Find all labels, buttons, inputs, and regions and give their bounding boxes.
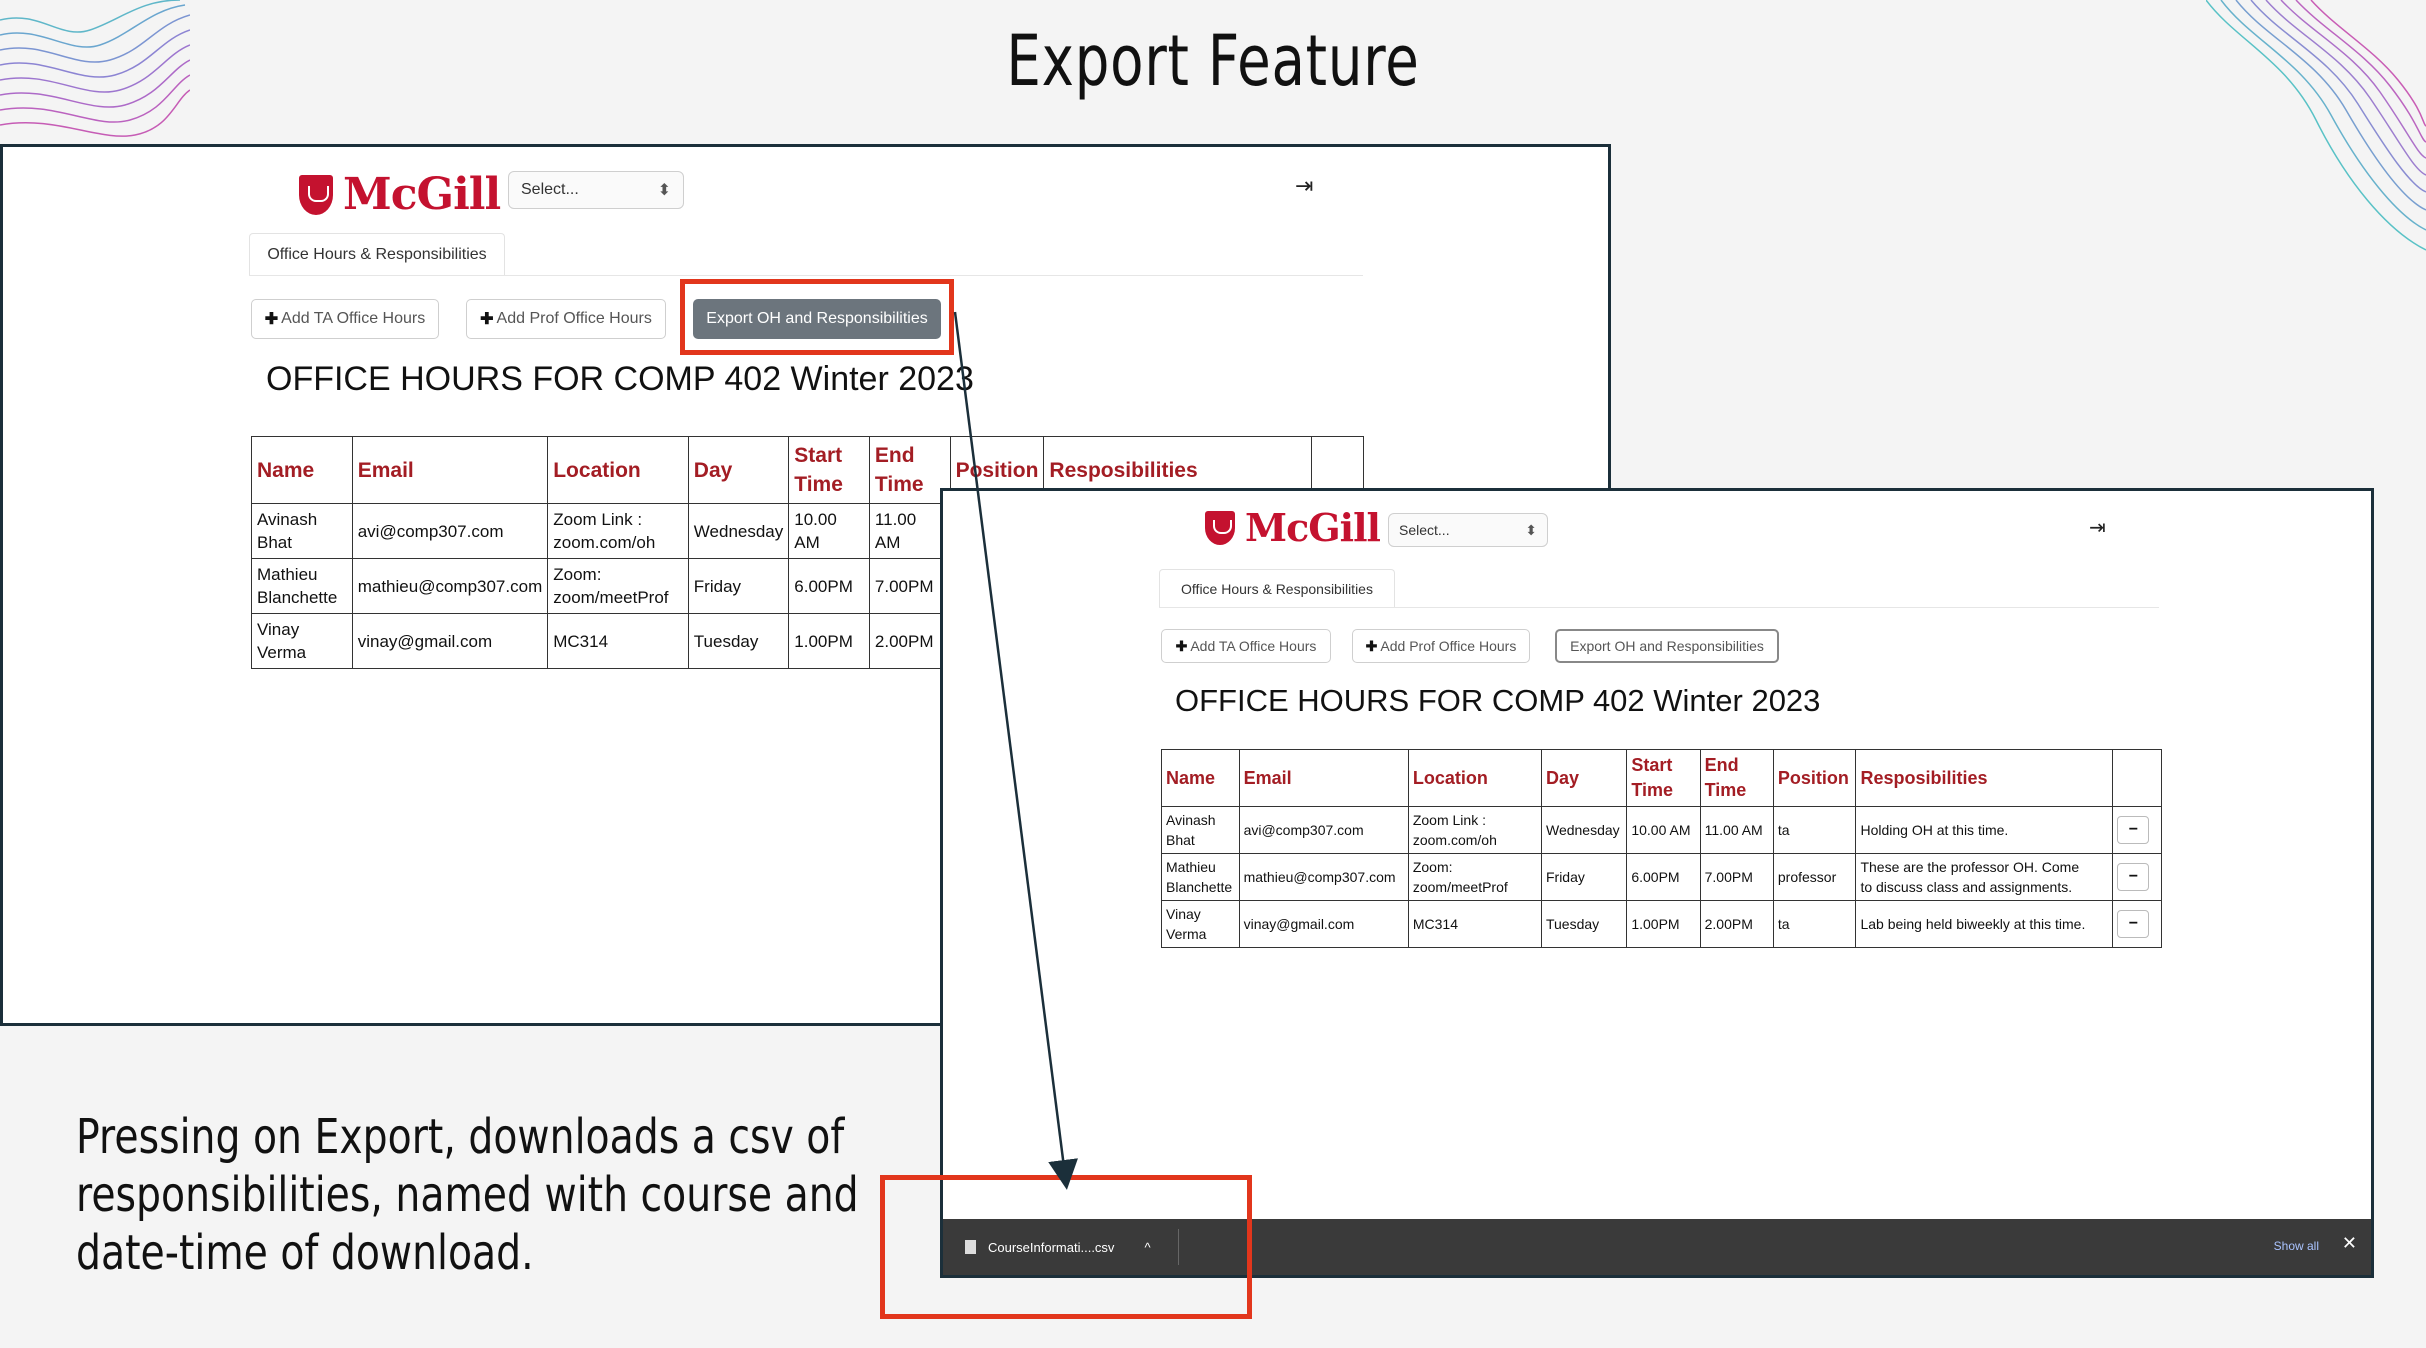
caption-line: Pressing on Export, downloads a csv of: [76, 1109, 845, 1165]
caption-line: responsibilities, named with course and: [76, 1167, 859, 1223]
slide-caption: Pressing on Export, downloads a csv of r…: [76, 1108, 859, 1282]
caption-line: date-time of download.: [76, 1225, 534, 1281]
